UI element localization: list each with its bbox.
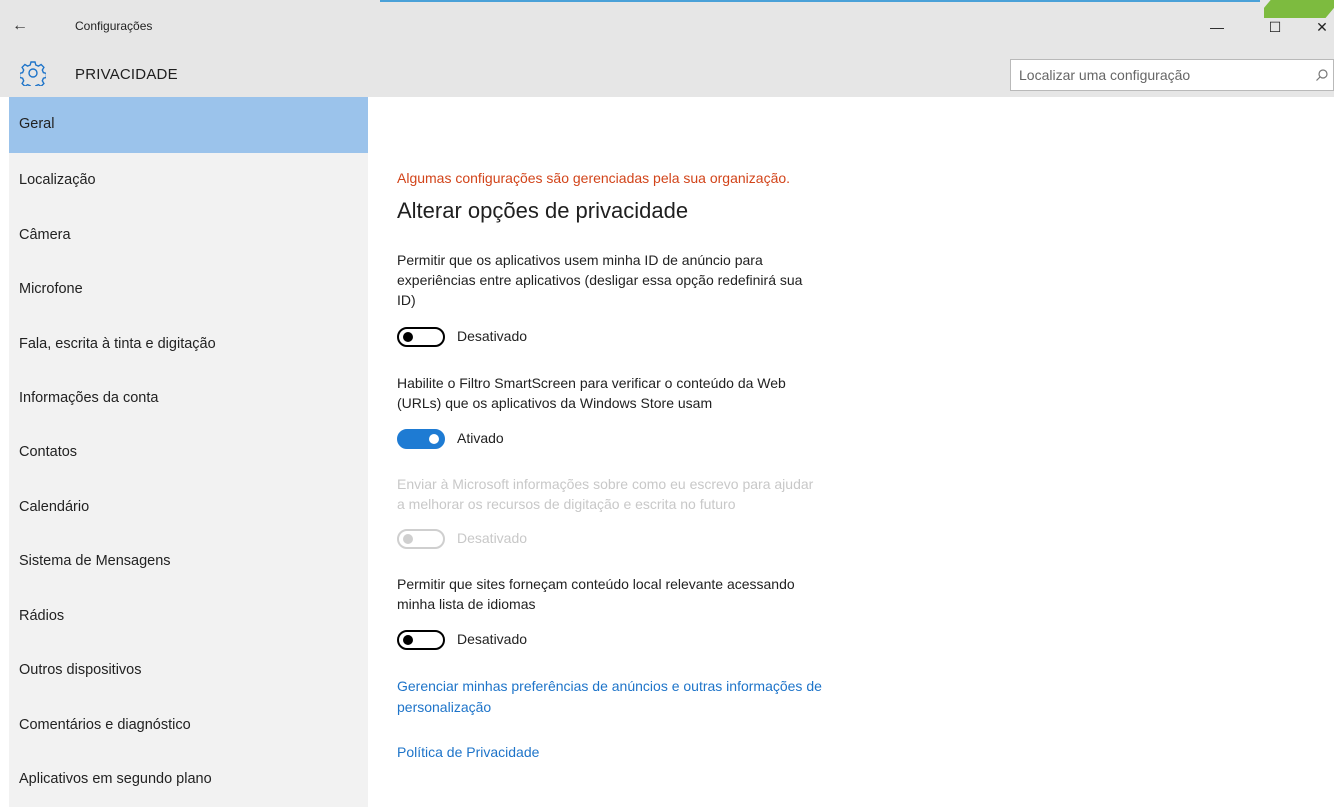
option-typing-text: Enviar à Microsoft informações sobre com… [397,474,897,514]
privacy-policy-link[interactable]: Política de Privacidade [397,742,907,763]
sidebar-item-outros-dispositivos[interactable]: Outros dispositivos [9,643,368,699]
option-text-line: Permitir que sites forneçam conteúdo loc… [397,576,795,592]
sidebar: Geral Localização Câmera Microfone Fala,… [9,97,368,807]
option-ad-id-text: Permitir que os aplicativos usem minha I… [397,250,897,310]
typing-toggle-state: Desativado [457,530,528,546]
link-text-line: Política de Privacidade [397,744,540,760]
managed-warning: Algumas configurações são gerenciadas pe… [397,170,791,186]
sidebar-item-geral[interactable]: Geral [9,97,368,153]
sidebar-item-informacoes-conta[interactable]: Informações da conta [9,371,368,427]
option-text-line: (URLs) que os aplicativos da Windows Sto… [397,395,713,411]
page-title: PRIVACIDADE [75,66,178,83]
ad-preferences-link[interactable]: Gerenciar minhas preferências de anúncio… [397,676,907,718]
sidebar-item-segundo-plano[interactable]: Aplicativos em segundo plano [9,752,368,807]
search-icon[interactable] [1315,68,1329,82]
option-smartscreen-text: Habilite o Filtro SmartScreen para verif… [397,373,897,413]
sidebar-item-contatos[interactable]: Contatos [9,425,368,481]
sidebar-item-label: Aplicativos em segundo plano [19,771,212,787]
option-language-text: Permitir que sites forneçam conteúdo loc… [397,574,897,614]
language-toggle-state: Desativado [457,631,528,647]
option-text-line: experiências entre aplicativos (desligar… [397,272,803,288]
back-arrow-icon[interactable]: ← [10,16,30,36]
app-title: Configurações [75,19,153,33]
search-input[interactable] [1011,60,1301,90]
gear-icon [20,61,46,86]
section-title: Alterar opções de privacidade [397,198,689,223]
smartscreen-toggle[interactable] [397,429,445,449]
sidebar-item-label: Microfone [19,281,83,297]
option-text-line: minha lista de idiomas [397,596,536,612]
sidebar-item-label: Informações da conta [19,390,159,406]
smartscreen-toggle-state: Ativado [457,430,504,446]
sidebar-item-microfone[interactable]: Microfone [9,262,368,318]
sidebar-item-label: Localização [19,172,96,188]
sidebar-item-calendario[interactable]: Calendário [9,480,368,536]
option-text-line: ID) [397,292,416,308]
sidebar-item-label: Fala, escrita à tinta e digitação [19,336,216,352]
sidebar-item-label: Rádios [19,608,65,624]
sidebar-item-label: Contatos [19,444,78,460]
sidebar-item-label: Câmera [19,227,71,243]
sidebar-item-label: Geral [19,116,55,132]
sidebar-item-radios[interactable]: Rádios [9,589,368,645]
search-box[interactable] [1010,59,1334,91]
sidebar-item-fala[interactable]: Fala, escrita à tinta e digitação [9,317,368,373]
sidebar-item-label: Comentários e diagnóstico [19,717,191,733]
sidebar-item-mensagens[interactable]: Sistema de Mensagens [9,534,368,590]
minimize-button[interactable]: — [1202,14,1232,40]
ad-id-toggle-state: Desativado [457,328,528,344]
option-text-line: a melhorar os recursos de digitação e es… [397,496,736,512]
page-header: PRIVACIDADE [0,52,1334,97]
ad-id-toggle[interactable] [397,327,445,347]
sidebar-item-camera[interactable]: Câmera [9,208,368,264]
title-bar: ← Configurações — ☐ ✕ [0,0,1334,52]
window-accent-line [380,0,1260,2]
sidebar-item-comentarios[interactable]: Comentários e diagnóstico [9,698,368,754]
option-text-line: Permitir que os aplicativos usem minha I… [397,252,763,268]
option-text-line: Enviar à Microsoft informações sobre com… [397,476,814,492]
typing-toggle [397,529,445,549]
option-text-line: Habilite o Filtro SmartScreen para verif… [397,375,786,391]
sidebar-item-label: Calendário [19,499,90,515]
link-text-line: personalização [397,699,492,715]
sidebar-item-label: Sistema de Mensagens [19,553,171,569]
sidebar-item-label: Outros dispositivos [19,662,142,678]
language-toggle[interactable] [397,630,445,650]
link-text-line: Gerenciar minhas preferências de anúncio… [397,678,822,694]
sidebar-item-localizacao[interactable]: Localização [9,153,368,209]
corner-decoration [1264,0,1334,20]
